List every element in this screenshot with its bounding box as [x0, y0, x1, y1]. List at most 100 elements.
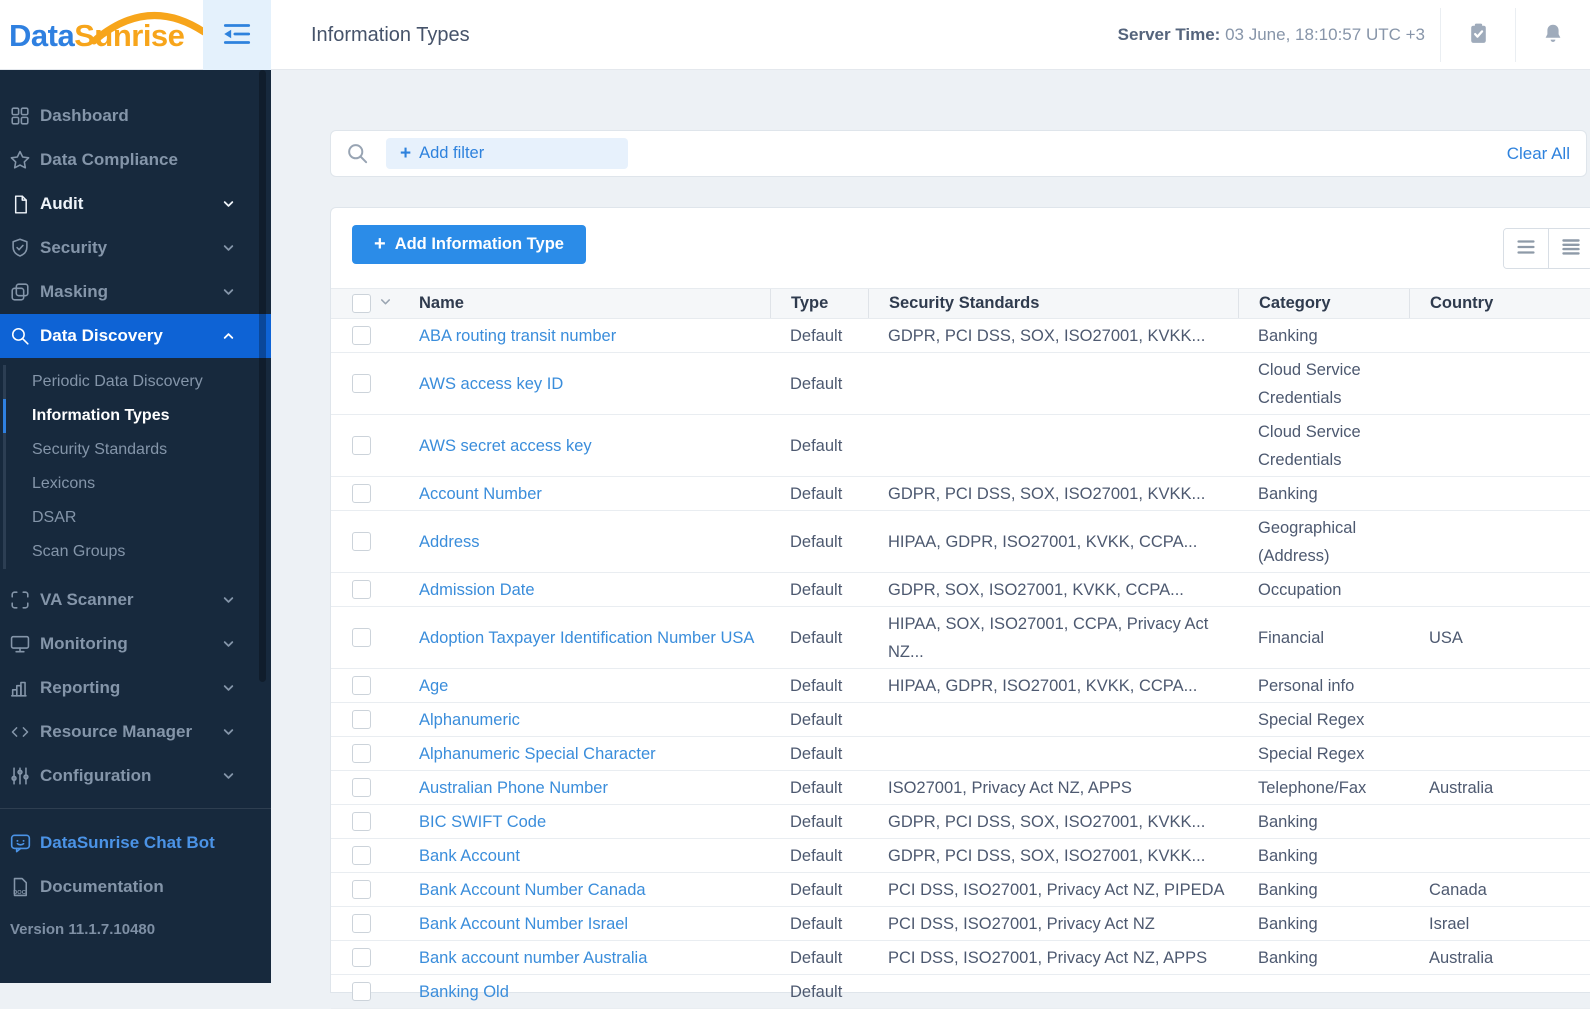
type-cell: Default — [790, 374, 843, 393]
sidebar-subitem-information-types[interactable]: Information Types — [0, 399, 271, 433]
information-type-link[interactable]: AWS secret access key — [419, 437, 592, 455]
sidebar-item-va-scanner[interactable]: VA Scanner — [0, 578, 271, 622]
information-type-link[interactable]: Bank Account Number Israel — [419, 915, 628, 933]
sidebar-item-label: Documentation — [40, 877, 164, 896]
sidebar-item-data-discovery[interactable]: Data Discovery — [0, 314, 271, 358]
row-checkbox[interactable] — [352, 326, 371, 345]
type-cell: Default — [790, 532, 843, 551]
row-checkbox[interactable] — [352, 914, 371, 933]
tasks-button[interactable] — [1441, 0, 1515, 70]
row-checkbox[interactable] — [352, 484, 371, 503]
table-row: Account Number Default GDPR, PCI DSS, SOX,… — [331, 477, 1590, 511]
type-cell: Default — [790, 710, 843, 729]
sidebar-item-masking[interactable]: Masking — [0, 270, 271, 314]
column-header-category[interactable]: Category — [1238, 289, 1409, 318]
row-checkbox[interactable] — [352, 778, 371, 797]
notifications-button[interactable] — [1516, 0, 1590, 70]
sidebar-item-resource-manager[interactable]: Resource Manager — [0, 710, 271, 754]
information-type-link[interactable]: Australian Phone Number — [419, 779, 608, 797]
row-checkbox[interactable] — [352, 982, 371, 1001]
column-header-type[interactable]: Type — [770, 289, 868, 318]
information-type-link[interactable]: AWS access key ID — [419, 375, 563, 393]
clear-all-link[interactable]: Clear All — [1507, 144, 1570, 164]
sidebar-item-data-compliance[interactable]: Data Compliance — [0, 138, 271, 182]
information-type-link[interactable]: Banking Old — [419, 983, 509, 1001]
row-checkbox[interactable] — [352, 812, 371, 831]
monitor-icon — [8, 632, 32, 656]
row-checkbox[interactable] — [352, 580, 371, 599]
sidebar-item-label: Resource Manager — [40, 722, 193, 741]
information-type-link[interactable]: Bank account number Australia — [419, 949, 647, 967]
add-filter-label: Add filter — [419, 144, 485, 162]
information-type-link[interactable]: Age — [419, 677, 448, 695]
type-cell: Default — [790, 628, 843, 647]
row-checkbox[interactable] — [352, 710, 371, 729]
sidebar-item-configuration[interactable]: Configuration — [0, 754, 271, 798]
row-checkbox[interactable] — [352, 628, 371, 647]
type-cell: Default — [790, 580, 843, 599]
sidebar-item-datasunrise-chat-bot[interactable]: DataSunrise Chat Bot — [0, 821, 271, 865]
row-checkbox[interactable] — [352, 436, 371, 455]
information-type-link[interactable]: Bank Account Number Canada — [419, 881, 646, 899]
row-checkbox[interactable] — [352, 948, 371, 967]
sidebar-item-dashboard[interactable]: Dashboard — [0, 94, 271, 138]
sidebar-subitem-label: Periodic Data Discovery — [32, 373, 203, 390]
information-types-card: + Add Information Type Name Type Securit… — [330, 207, 1590, 1009]
security-standards-cell: PCI DSS, ISO27001, Privacy Act NZ — [888, 914, 1155, 933]
security-standards-cell: HIPAA, GDPR, ISO27001, KVKK, CCPA... — [888, 676, 1198, 695]
information-type-link[interactable]: Alphanumeric Special Character — [419, 745, 656, 763]
sidebar-item-monitoring[interactable]: Monitoring — [0, 622, 271, 666]
information-type-link[interactable]: Account Number — [419, 485, 542, 503]
sidebar-item-security[interactable]: Security — [0, 226, 271, 270]
brand-logo-text: DataSunrise — [9, 11, 208, 51]
sidebar-item-label: Audit — [40, 194, 84, 213]
brand-logo[interactable]: DataSunrise — [0, 0, 208, 70]
sidebar-item-documentation[interactable]: DOC Documentation — [0, 865, 271, 909]
information-type-link[interactable]: Adoption Taxpayer Identification Number … — [419, 629, 754, 647]
add-information-type-label: Add Information Type — [394, 235, 564, 253]
add-information-type-button[interactable]: + Add Information Type — [352, 225, 586, 264]
row-checkbox[interactable] — [352, 846, 371, 865]
sidebar-scrollbar[interactable] — [259, 70, 266, 682]
doc-icon: DOC — [8, 875, 32, 899]
sidebar-item-label: Monitoring — [40, 634, 128, 653]
row-checkbox[interactable] — [352, 676, 371, 695]
search-icon — [345, 141, 370, 166]
grid-icon — [8, 104, 32, 128]
add-filter-button[interactable]: + Add filter — [386, 138, 628, 169]
view-toggle-group — [1503, 228, 1590, 269]
information-type-link[interactable]: BIC SWIFT Code — [419, 813, 546, 831]
sidebar-subitem-dsar[interactable]: DSAR — [0, 501, 271, 535]
row-checkbox[interactable] — [352, 880, 371, 899]
sidebar-subitem-lexicons[interactable]: Lexicons — [0, 467, 271, 501]
row-checkbox[interactable] — [352, 374, 371, 393]
sidebar-item-audit[interactable]: Audit — [0, 182, 271, 226]
information-type-link[interactable]: ABA routing transit number — [419, 327, 616, 345]
chevron-down-icon — [222, 726, 235, 739]
compact-view-button[interactable] — [1548, 229, 1590, 268]
topbar-right: Server Time: 03 June, 18:10:57 UTC +3 — [1118, 0, 1590, 70]
table-row: Bank account number Australia Default PCI … — [331, 941, 1590, 975]
column-header-security-standards[interactable]: Security Standards — [868, 289, 1238, 318]
sidebar-item-reporting[interactable]: Reporting — [0, 666, 271, 710]
column-header-country[interactable]: Country — [1409, 289, 1590, 318]
information-type-link[interactable]: Alphanumeric — [419, 711, 520, 729]
category-cell: Banking — [1258, 880, 1318, 899]
information-type-link[interactable]: Address — [419, 533, 480, 551]
sidebar-subitem-label: Security Standards — [32, 441, 168, 458]
sidebar-collapse-button[interactable] — [203, 0, 271, 70]
plus-icon: + — [400, 143, 412, 164]
sidebar-subitem-scan-groups[interactable]: Scan Groups — [0, 535, 271, 569]
sidebar-subitem-periodic-data-discovery[interactable]: Periodic Data Discovery — [0, 365, 271, 399]
column-header-name[interactable]: Name — [419, 289, 770, 318]
row-checkbox[interactable] — [352, 532, 371, 551]
select-all-checkbox[interactable] — [352, 294, 371, 313]
information-type-link[interactable]: Admission Date — [419, 581, 535, 599]
comfortable-view-button[interactable] — [1504, 229, 1548, 268]
information-type-link[interactable]: Bank Account — [419, 847, 520, 865]
filter-bar: + Add filter Clear All — [330, 130, 1587, 177]
row-checkbox[interactable] — [352, 744, 371, 763]
masking-icon — [8, 280, 32, 304]
sidebar-subitem-security-standards[interactable]: Security Standards — [0, 433, 271, 467]
select-menu-chevron-icon[interactable] — [378, 294, 393, 314]
